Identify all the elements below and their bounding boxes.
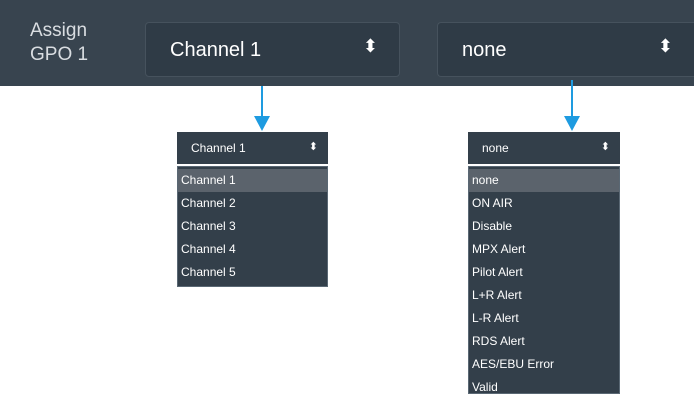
channel-select-expanded[interactable]: Channel 1 ⬍ <box>177 132 328 164</box>
assign-gpo-label: Assign GPO 1 <box>30 19 88 67</box>
down-arrow-icon <box>564 116 580 131</box>
option-item[interactable]: Channel 2 <box>178 192 327 215</box>
option-item[interactable]: none <box>469 169 619 192</box>
option-item[interactable]: MPX Alert <box>469 238 619 261</box>
option-item[interactable]: ON AIR <box>469 192 619 215</box>
top-bar: Assign GPO 1 Channel 1 ⬍ none ⬍ <box>0 0 694 86</box>
option-item[interactable]: Channel 5 <box>178 261 327 284</box>
channel-options-list: Channel 1 Channel 2 Channel 3 Channel 4 Chan… <box>177 166 328 287</box>
option-item[interactable]: Channel 3 <box>178 215 327 238</box>
sort-arrows-icon: ⬍ <box>600 141 610 153</box>
channel-select-value: Channel 1 <box>170 39 262 61</box>
option-item[interactable]: Disable <box>469 215 619 238</box>
assign-label-line1: Assign <box>30 20 88 41</box>
option-item[interactable]: L+R Alert <box>469 284 619 307</box>
option-item[interactable]: Channel 4 <box>178 238 327 261</box>
gpo-select-value: none <box>462 39 507 61</box>
option-item[interactable]: Pilot Alert <box>469 261 619 284</box>
option-item[interactable]: RDS Alert <box>469 330 619 353</box>
connector-line <box>571 80 573 118</box>
option-item[interactable]: Valid <box>469 376 619 399</box>
connector-line <box>261 86 263 118</box>
sort-arrows-icon: ⬍ <box>308 141 318 153</box>
option-item[interactable]: Channel 1 <box>178 169 327 192</box>
channel-mini-value: Channel 1 <box>191 141 246 155</box>
option-item[interactable]: L-R Alert <box>469 307 619 330</box>
sort-arrows-icon: ⬍ <box>657 36 673 56</box>
gpo-source-select[interactable]: none ⬍ <box>437 22 694 77</box>
gpo-options-list: none ON AIR Disable MPX Alert Pilot Alert L+R… <box>468 166 620 394</box>
gpo-select-expanded[interactable]: none ⬍ <box>468 132 620 164</box>
down-arrow-icon <box>254 116 270 131</box>
gpo-mini-value: none <box>482 141 509 155</box>
assign-label-line2: GPO 1 <box>30 44 89 65</box>
sort-arrows-icon: ⬍ <box>362 36 378 56</box>
option-item[interactable]: AES/EBU Error <box>469 353 619 376</box>
channel-select[interactable]: Channel 1 ⬍ <box>145 22 400 77</box>
